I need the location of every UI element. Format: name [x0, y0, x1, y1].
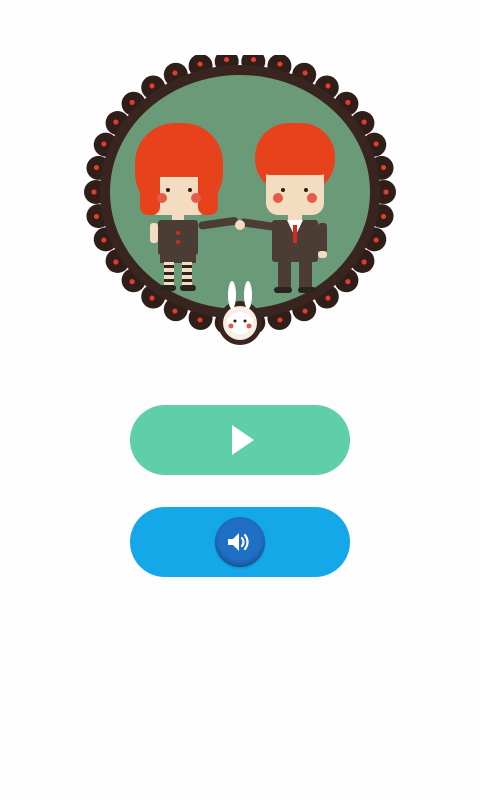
couple-emblem [84, 55, 396, 345]
heart-dot [277, 317, 283, 323]
heart-dot [197, 317, 203, 323]
heart-dot [277, 61, 283, 67]
sound-icon-disc [215, 517, 265, 567]
heart-dot [380, 213, 387, 220]
play-icon [232, 425, 254, 455]
heart-dot [113, 119, 119, 125]
heart-dot [101, 141, 107, 147]
heart-dot [325, 83, 331, 89]
heart-dot [380, 164, 387, 171]
heart-dot [302, 308, 308, 314]
heart-dot [302, 70, 308, 76]
heart-dot [361, 119, 367, 125]
heart-dot [149, 83, 155, 89]
sound-toggle-button[interactable] [130, 507, 350, 577]
heart-dot [93, 164, 100, 171]
heart-dot [373, 237, 379, 243]
heart-dot [223, 56, 230, 63]
heart-dot [93, 213, 100, 220]
heart-dot [129, 279, 135, 285]
heart-dot [149, 295, 155, 301]
heart-dot [373, 141, 379, 147]
heart-dot [129, 99, 135, 105]
holding-hands [235, 220, 245, 230]
heart-dot [383, 189, 389, 195]
heart-dot [172, 70, 178, 76]
play-button[interactable] [130, 405, 350, 475]
heart-dot [345, 279, 351, 285]
heart-dot [197, 61, 203, 67]
heart-dot [101, 237, 107, 243]
heart-dot [361, 259, 367, 265]
heart-dot [113, 259, 119, 265]
heart-dot [172, 308, 178, 314]
speaker-icon [228, 533, 249, 551]
heart-dot [325, 295, 331, 301]
heart-dot [91, 189, 97, 195]
heart-dot [250, 56, 257, 63]
heart-dot [345, 99, 351, 105]
